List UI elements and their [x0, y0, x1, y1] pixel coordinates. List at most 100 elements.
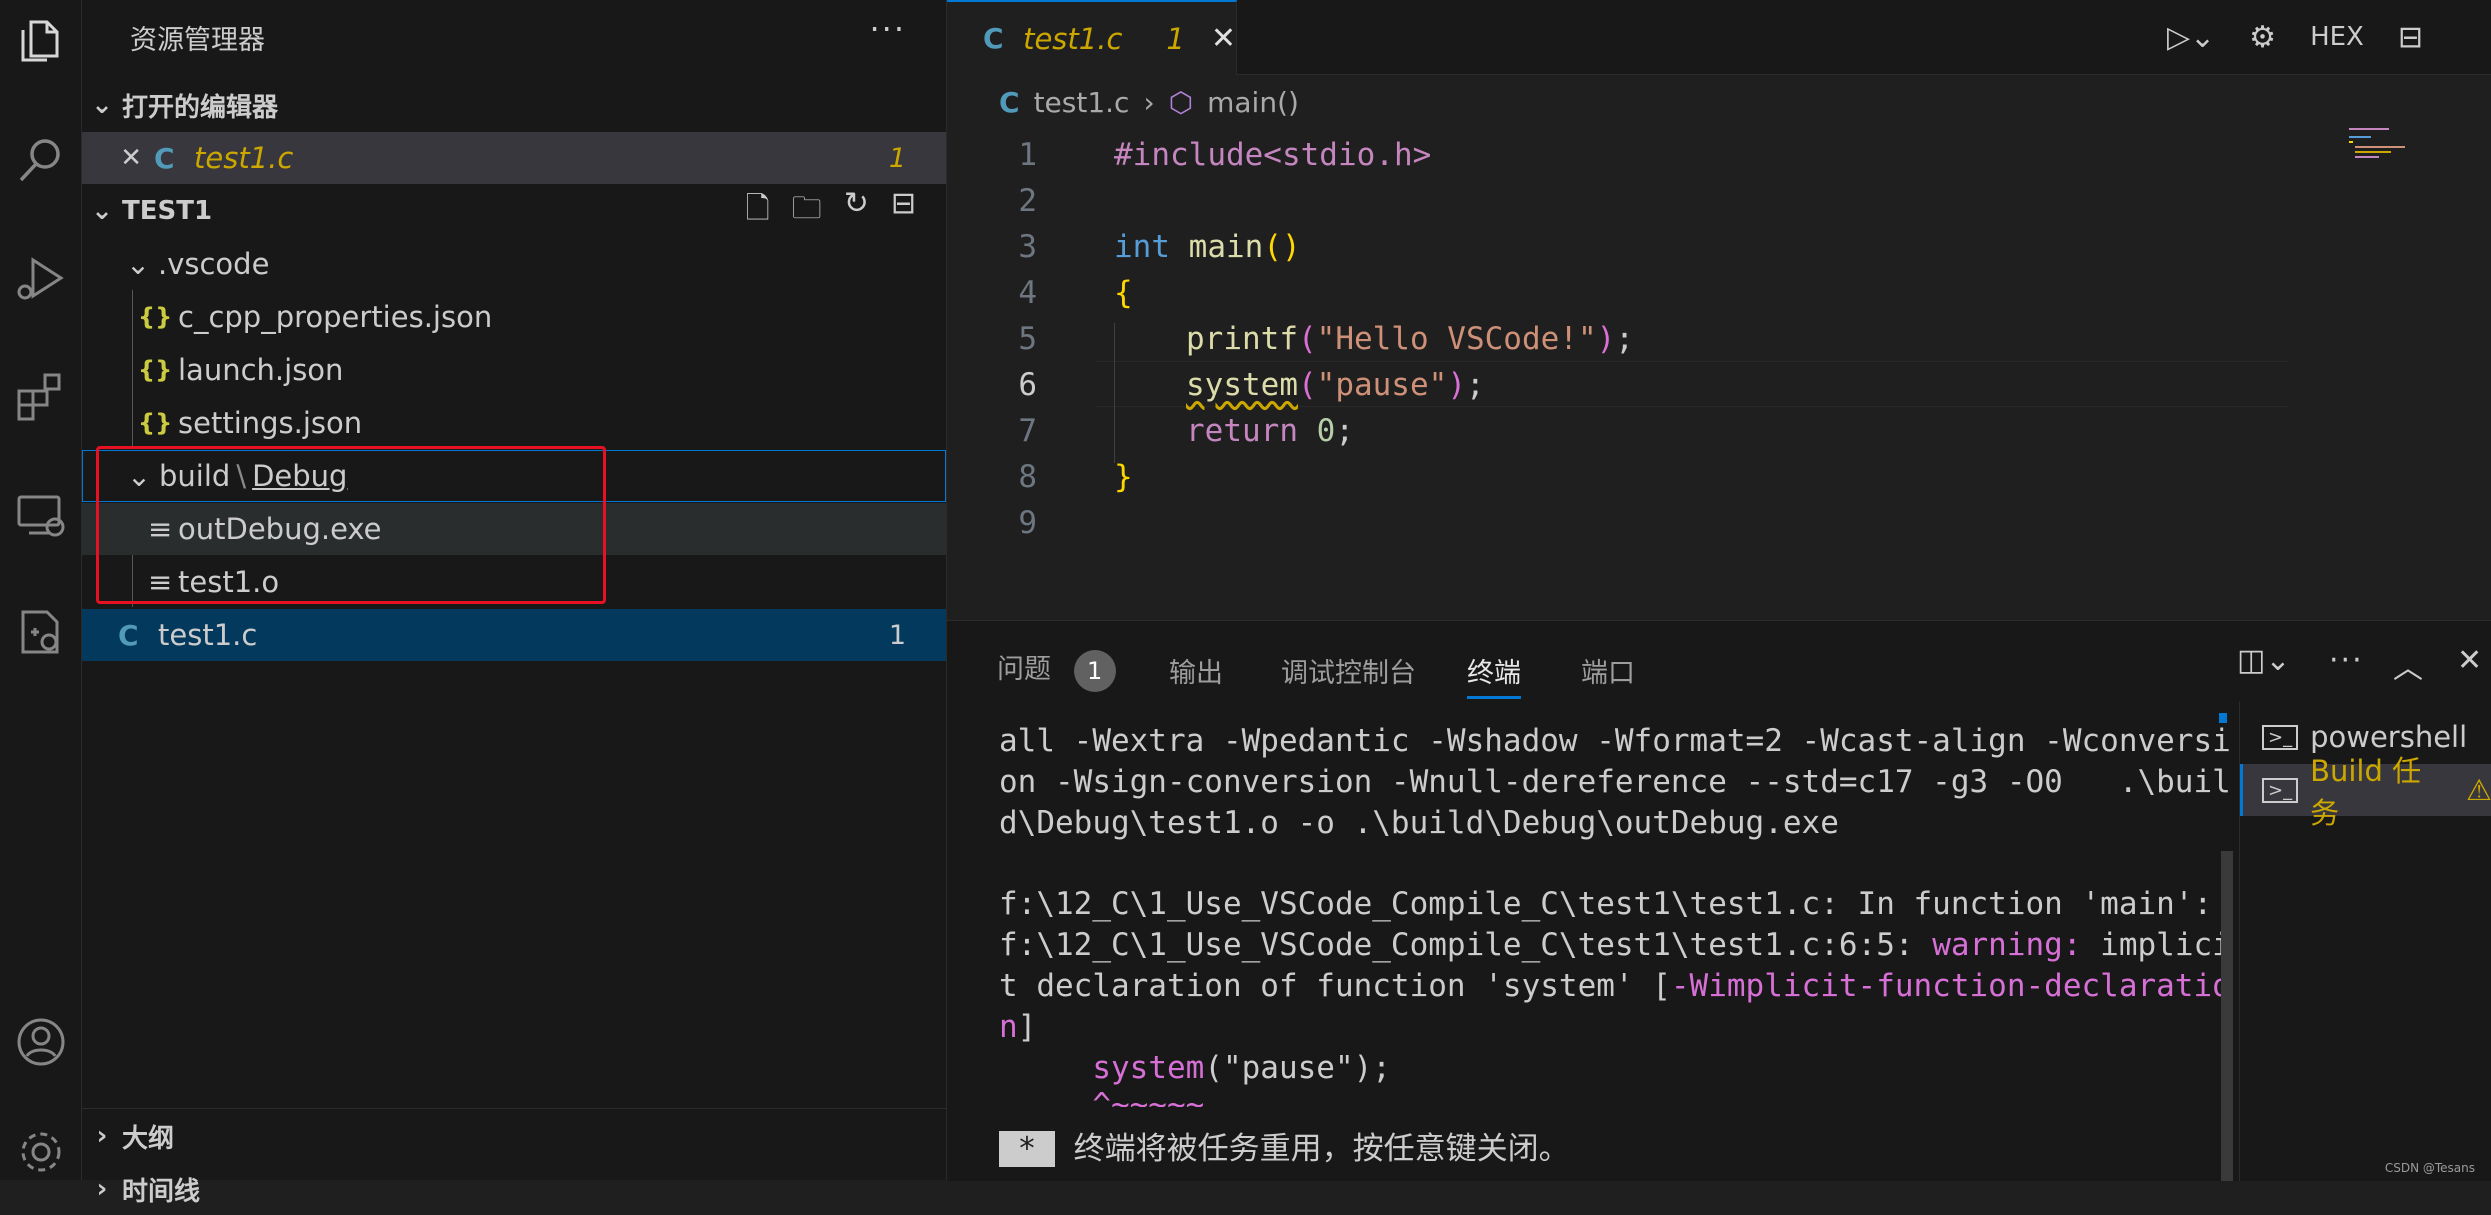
number-literal: 0	[1316, 413, 1336, 449]
function-name: printf	[1186, 321, 1298, 357]
bracket: ()	[1263, 229, 1301, 265]
code-line[interactable]: }	[1114, 459, 1133, 495]
terminal-line: d\Debug\test1.o -o .\build\Debug\outDebu…	[999, 805, 1839, 841]
breadcrumb: C test1.c › ⬡ main()	[999, 86, 1299, 119]
breadcrumb-file[interactable]: test1.c	[1034, 86, 1130, 119]
problem-count-badge: 1	[888, 142, 906, 174]
gear-icon[interactable]: ⚙	[2249, 20, 2276, 55]
warning-label: warning:	[1932, 927, 2082, 963]
cmake-tools-icon[interactable]	[0, 592, 81, 672]
code-line[interactable]: {	[1114, 275, 1133, 311]
explorer-sidebar: 资源管理器 ··· ⌄ 打开的编辑器 ✕ C test1.c 1 ⌄ TEST1…	[82, 0, 947, 1207]
tab-problems[interactable]: 问题 1	[997, 647, 1116, 692]
extensions-icon[interactable]	[0, 355, 81, 435]
code-line[interactable]: printf("Hello VSCode!");	[1186, 321, 1634, 357]
code-line[interactable]: system("pause");	[1186, 367, 1485, 403]
remote-explorer-icon[interactable]	[0, 475, 81, 555]
outline-header[interactable]: › 大纲	[82, 1110, 946, 1162]
split-terminal-icon[interactable]: ◫⌄	[2237, 643, 2290, 678]
file-test1-c[interactable]: C test1.c 1	[82, 609, 946, 661]
settings-gear-icon[interactable]	[0, 1112, 81, 1192]
keyword: int	[1114, 229, 1170, 265]
tab-output[interactable]: 输出	[1169, 651, 1223, 690]
chevron-right-icon: ›	[1143, 86, 1155, 119]
tab-label: 问题	[997, 654, 1051, 685]
open-editor-item[interactable]: ✕ C test1.c 1	[82, 132, 946, 184]
line-number: 7	[1018, 413, 1037, 449]
line-number: 6	[1018, 367, 1037, 403]
run-debug-icon[interactable]: ▷⌄	[2167, 20, 2215, 55]
tab-ports[interactable]: 端口	[1581, 651, 1635, 690]
file-label: c_cpp_properties.json	[178, 300, 493, 334]
terminal-text: system	[1092, 1050, 1205, 1086]
c-file-icon: C	[999, 86, 1020, 119]
terminal-line: all -Wextra -Wpedantic -Wshadow -Wformat…	[999, 723, 2231, 759]
close-icon[interactable]: ✕	[82, 143, 154, 173]
more-actions-icon[interactable]: ···	[2329, 643, 2364, 678]
semicolon: ;	[1465, 367, 1485, 403]
file-label: launch.json	[178, 353, 344, 387]
new-folder-icon[interactable]: 🗀	[792, 186, 822, 237]
json-file-icon: {}	[138, 409, 173, 437]
terminal-item-build-task[interactable]: >_ Build 任务 ⚠	[2240, 754, 2491, 830]
refresh-icon[interactable]: ↻	[844, 186, 869, 237]
more-actions-icon[interactable]: ···	[869, 10, 906, 48]
line-number: 3	[1018, 229, 1037, 265]
tab-problem-badge: 1	[1166, 21, 1185, 56]
project-label: TEST1	[122, 196, 213, 226]
section-divider	[82, 1108, 946, 1109]
c-file-icon: C	[154, 141, 175, 175]
json-file-icon: {}	[138, 303, 173, 331]
timeline-label: 时间线	[122, 1176, 201, 1207]
project-header[interactable]: ⌄ TEST1 🗋 🗀 ↻ ⊟	[82, 185, 946, 237]
file-settings-json[interactable]: {} settings.json	[82, 397, 946, 449]
terminal-text: implici	[2081, 927, 2231, 963]
search-icon[interactable]	[0, 120, 81, 200]
new-file-icon[interactable]: 🗋	[746, 186, 770, 237]
run-debug-icon[interactable]	[0, 238, 81, 318]
folder-vscode[interactable]: ⌄ .vscode	[82, 238, 946, 290]
open-editors-header[interactable]: ⌄ 打开的编辑器	[82, 79, 946, 131]
editor-tab-test1-c[interactable]: C test1.c 1 ✕	[947, 0, 1237, 75]
line-number: 9	[1018, 505, 1037, 541]
maximize-panel-icon[interactable]: ︿	[2393, 643, 2423, 687]
terminal-line: * 终端将被任务重用，按任意键关闭。	[999, 1123, 1570, 1168]
account-icon[interactable]	[0, 1002, 81, 1082]
preprocessor-directive: #include<stdio.h>	[1114, 137, 1432, 173]
terminal-line: system("pause");	[999, 1050, 1391, 1086]
file-c-cpp-properties[interactable]: {} c_cpp_properties.json	[82, 291, 946, 343]
terminal-icon: >_	[2262, 777, 2299, 803]
editor-tab-bar: C test1.c 1 ✕ ▷⌄ ⚙ HEX ⊟	[947, 0, 2491, 75]
file-launch-json[interactable]: {} launch.json	[82, 344, 946, 396]
collapse-all-icon[interactable]: ⊟	[891, 186, 916, 237]
terminal-line: f:\12_C\1_Use_VSCode_Compile_C\test1\tes…	[999, 927, 2231, 963]
terminal-text: 终端将被任务重用，按任意键关闭。	[1055, 1131, 1570, 1167]
bracket: (	[1297, 367, 1317, 403]
line-number: 5	[1018, 321, 1037, 357]
split-editor-icon[interactable]: ⊟	[2398, 20, 2423, 55]
minimap[interactable]	[2349, 128, 2419, 168]
explorer-icon[interactable]	[0, 0, 81, 80]
timeline-header[interactable]: › 时间线	[82, 1163, 946, 1215]
json-file-icon: {}	[138, 356, 173, 384]
close-tab-icon[interactable]: ✕	[1211, 21, 1236, 56]
bracket: )	[1447, 367, 1466, 403]
tab-terminal[interactable]: 终端	[1467, 651, 1521, 699]
line-number: 2	[1018, 183, 1037, 219]
code-line[interactable]: return 0;	[1186, 413, 1354, 449]
code-line[interactable]: int main()	[1114, 229, 1301, 265]
tab-debug-console[interactable]: 调试控制台	[1281, 651, 1416, 690]
code-line[interactable]: #include<stdio.h>	[1114, 137, 1431, 173]
terminal-list: >_ powershell >_ Build 任务 ⚠	[2239, 701, 2491, 1181]
terminal-line: n]	[999, 1009, 1036, 1045]
hex-editor-button[interactable]: HEX	[2310, 22, 2364, 52]
terminal-text: ("pause");	[1204, 1050, 1391, 1086]
terminal-line: on -Wsign-conversion -Wnull-dereference …	[999, 764, 2231, 800]
terminal-scrollbar[interactable]	[2219, 701, 2233, 1181]
terminal-line: t declaration of function 'system' [-Wim…	[999, 968, 2231, 1004]
breadcrumb-symbol[interactable]: main()	[1207, 86, 1299, 119]
chevron-down-icon: ⌄	[125, 247, 151, 281]
terminal-line: f:\12_C\1_Use_VSCode_Compile_C\test1\tes…	[999, 886, 2213, 922]
close-panel-icon[interactable]: ✕	[2457, 643, 2482, 678]
